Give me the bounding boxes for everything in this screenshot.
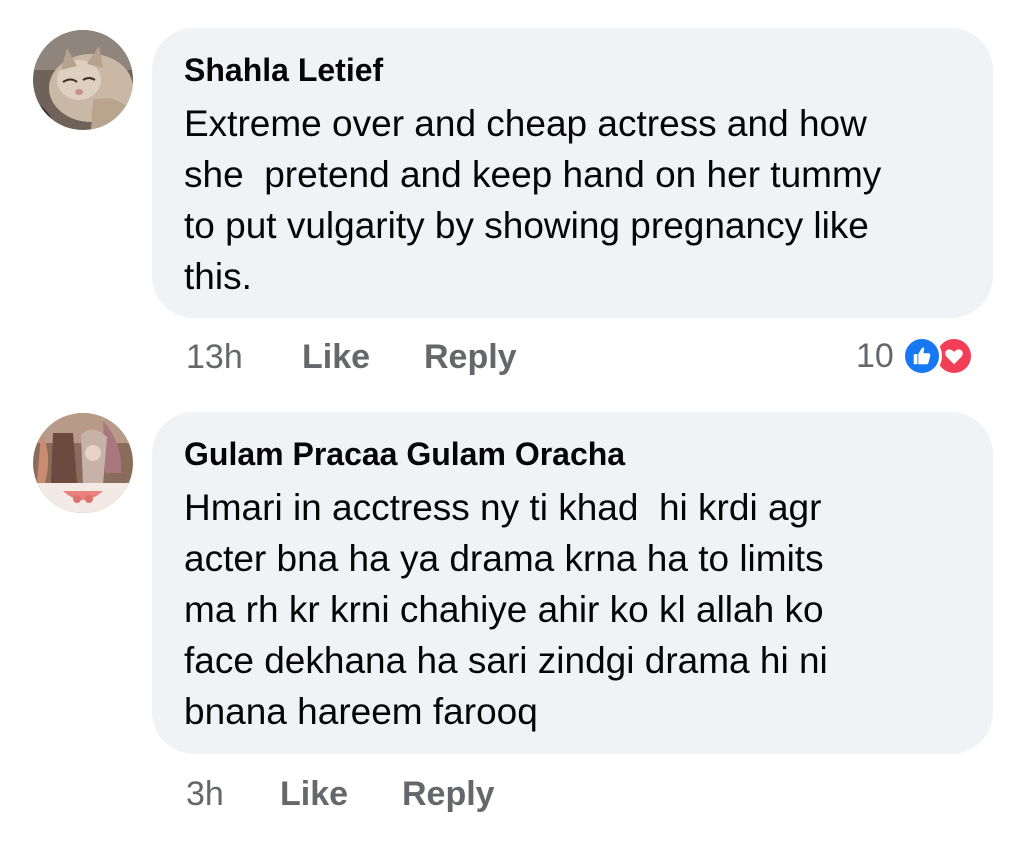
comment-text-line: face dekhana ha sari zindgi drama hi ni (184, 640, 828, 681)
comment-text-line: to put vulgarity by showing pregnancy li… (184, 205, 869, 246)
reply-button[interactable]: Reply (424, 338, 517, 377)
comment-text-line: Extreme over and cheap actress and how (184, 103, 867, 144)
reply-button[interactable]: Reply (402, 775, 495, 814)
comment-author[interactable]: Gulam Pracaa Gulam Oracha (184, 436, 625, 473)
comment-text-line: she pretend and keep hand on her tummy (184, 154, 882, 195)
like-button[interactable]: Like (280, 775, 348, 814)
reaction-count: 10 (856, 336, 894, 375)
avatar[interactable] (33, 413, 133, 513)
comment-text-line: acter bna ha ya drama krna ha to limits (184, 538, 824, 579)
comment-text-line: Hmari in acctress ny ti khad hi krdi agr (184, 487, 822, 528)
avatar[interactable] (33, 30, 133, 130)
comment-text-line: ma rh kr krni chahiye ahir ko kl allah k… (184, 589, 824, 630)
reaction-summary[interactable]: 10 (856, 336, 974, 376)
comment-text-line: this. (184, 256, 252, 297)
comment-timestamp[interactable]: 13h (186, 338, 243, 377)
like-icon (901, 336, 942, 376)
comment-author[interactable]: Shahla Letief (184, 52, 383, 89)
like-button[interactable]: Like (302, 338, 370, 377)
comment-text-line: bnana hareem farooq (184, 691, 538, 732)
comment-timestamp[interactable]: 3h (186, 775, 224, 814)
